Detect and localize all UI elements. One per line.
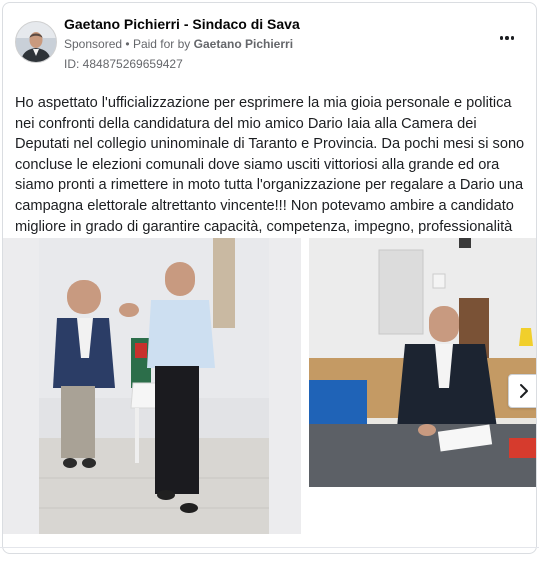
separator-dot: •	[125, 37, 133, 51]
office-photo	[309, 238, 536, 487]
more-options-icon[interactable]	[497, 31, 517, 45]
page-avatar[interactable]	[15, 21, 57, 63]
carousel-photo-handshake[interactable]	[3, 238, 301, 534]
handshake-photo	[3, 238, 301, 534]
post-text: Ho aspettato l'ufficializzazione per esp…	[15, 95, 525, 255]
carousel-photo-office[interactable]	[309, 238, 536, 487]
photo-carousel	[3, 238, 536, 538]
paid-for-name[interactable]: Gaetano Pichierri	[194, 37, 293, 51]
chevron-right-icon	[520, 384, 528, 398]
ad-card: Gaetano Pichierri - Sindaco di Sava Spon…	[2, 2, 537, 554]
sponsored-label: Sponsored	[64, 37, 123, 51]
card-divider	[0, 547, 539, 548]
sponsored-line: Sponsored • Paid for by Gaetano Pichierr…	[64, 37, 293, 51]
carousel-next-button[interactable]	[508, 374, 536, 408]
paid-for-label: Paid for by	[132, 37, 191, 51]
avatar-photo	[16, 22, 56, 62]
ad-id: ID: 484875269659427	[64, 57, 183, 71]
page-name[interactable]: Gaetano Pichierri - Sindaco di Sava	[64, 16, 300, 32]
